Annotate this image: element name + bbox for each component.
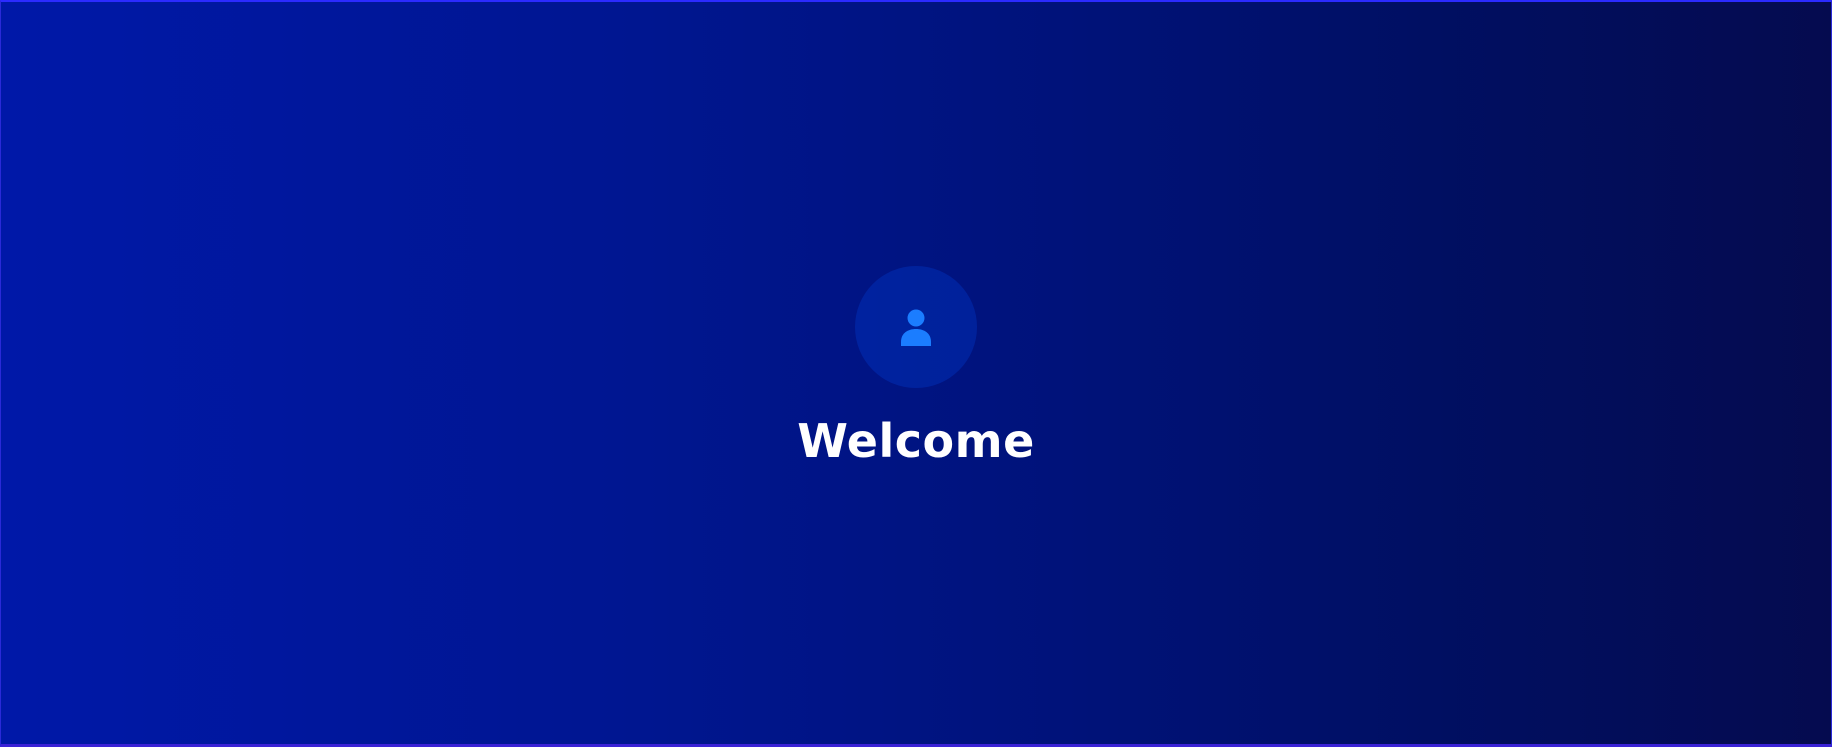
welcome-screen: Welcome (0, 0, 1832, 747)
user-icon (899, 308, 933, 346)
avatar (855, 266, 977, 388)
welcome-panel: Welcome (1, 266, 1831, 464)
welcome-title: Welcome (797, 414, 1035, 468)
